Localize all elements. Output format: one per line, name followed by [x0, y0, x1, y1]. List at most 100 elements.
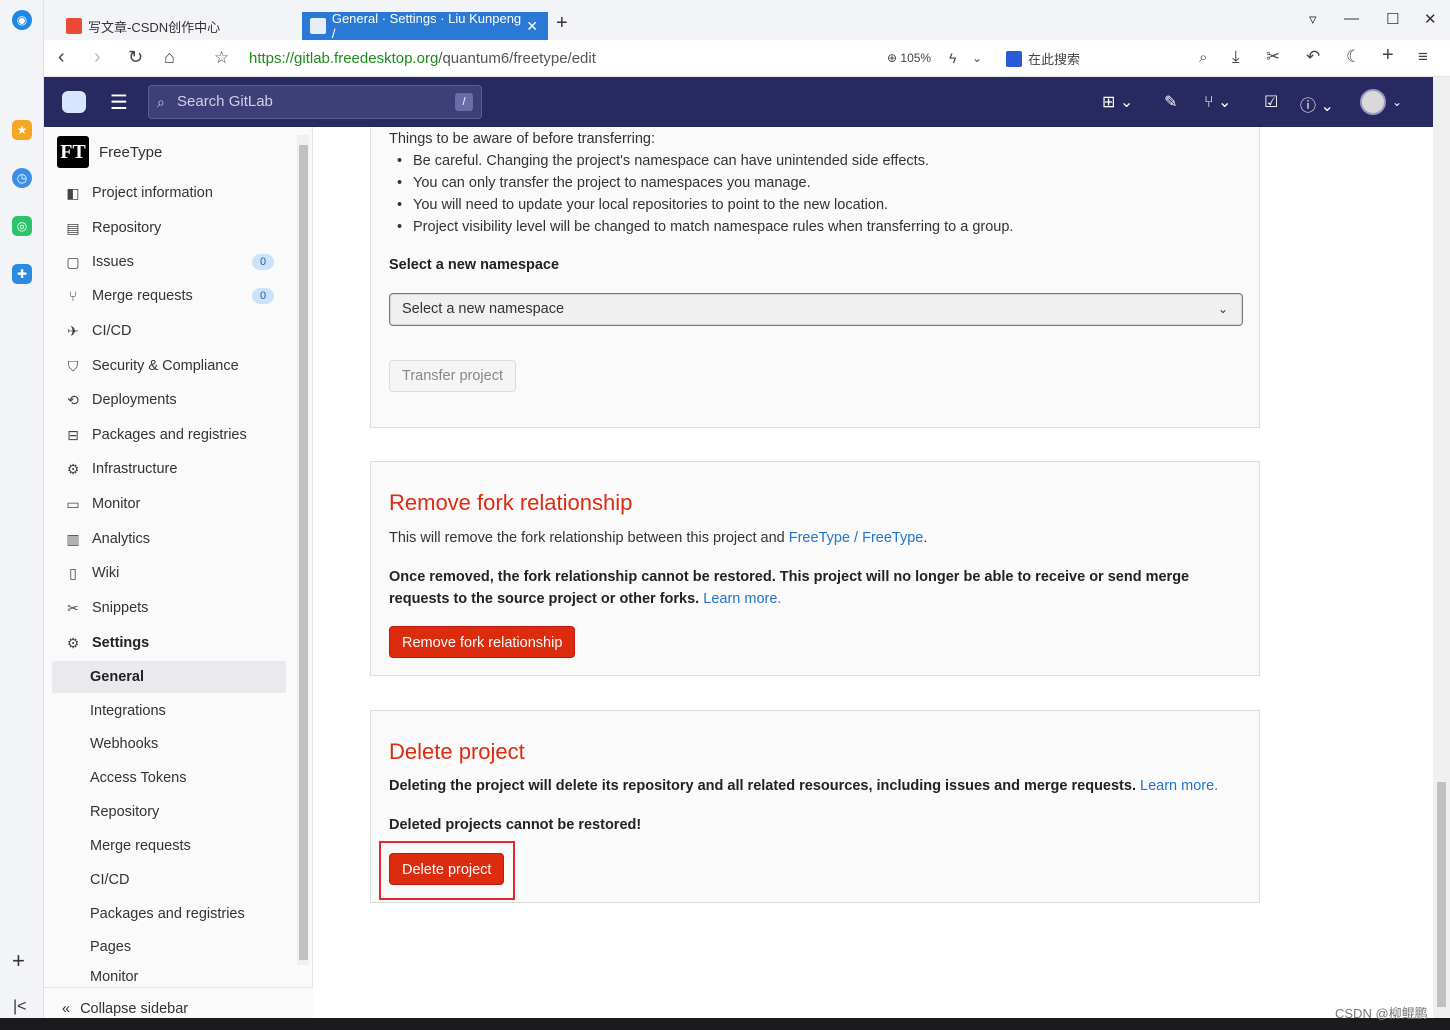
minimize-icon[interactable]: — — [1344, 10, 1359, 27]
menu-icon[interactable]: ≡ — [1418, 47, 1428, 67]
sidebar-sub-access-tokens[interactable]: Access Tokens — [52, 762, 286, 794]
sidebar-sub-repository[interactable]: Repository — [52, 796, 286, 828]
zoom-level: 105% — [900, 51, 932, 65]
sidebar-item-snippets[interactable]: ✂ Snippets — [52, 592, 286, 624]
sidebar-sub-packages[interactable]: Packages and registries — [52, 898, 286, 930]
sidebar-item-merge-requests[interactable]: ⑂ Merge requests 0 — [52, 280, 286, 312]
close-tab-icon[interactable]: ✕ — [526, 18, 538, 35]
delete-learn-more-link[interactable]: Learn more. — [1140, 778, 1218, 794]
sidebar-sub-integrations[interactable]: Integrations — [52, 695, 286, 727]
issues-icon[interactable]: ✎ — [1164, 92, 1177, 112]
create-new-icon[interactable]: ⊞ ⌄ — [1102, 92, 1133, 112]
sidebar-item-issues[interactable]: ▢ Issues 0 — [52, 246, 286, 278]
maximize-icon[interactable]: ☐ — [1386, 10, 1399, 28]
browser-search-placeholder: 在此搜索 — [1028, 52, 1081, 67]
favorites-icon[interactable]: ★ — [12, 120, 32, 140]
pin-icon[interactable]: ▿ — [1309, 10, 1317, 28]
search-icon[interactable]: ⌕ — [1199, 49, 1207, 66]
delete-project-desc-text: Deleting the project will delete its rep… — [389, 778, 1136, 794]
flash-icon[interactable]: ϟ — [949, 50, 956, 66]
reload-icon[interactable]: ↻ — [128, 47, 143, 68]
book-icon: ▯ — [69, 564, 77, 581]
transfer-bullet: You can only transfer the project to nam… — [397, 175, 811, 191]
sidebar-item-repository[interactable]: ▤ Repository — [52, 212, 286, 244]
page-scrollbar[interactable] — [1433, 77, 1450, 1018]
sidebar-sub-general[interactable]: General — [52, 661, 286, 693]
remove-fork-button[interactable]: Remove fork relationship — [389, 626, 576, 658]
tab-title: General · Settings · Liu Kunpeng / — [331, 11, 522, 41]
browser-logo-icon[interactable]: ◉ — [12, 10, 32, 30]
search-placeholder: Search GitLab — [177, 93, 273, 110]
undo-icon[interactable]: ↶ — [1306, 47, 1320, 67]
screenshot-scissors-icon[interactable]: ✂ — [1266, 47, 1280, 67]
gitlab-search-input[interactable]: ⌕ Search GitLab / — [148, 85, 482, 119]
avatar[interactable] — [1360, 89, 1386, 115]
namespace-select[interactable]: Select a new namespace ⌄ — [389, 293, 1243, 326]
dark-mode-icon[interactable]: ☾ — [1346, 47, 1361, 67]
os-taskbar — [0, 1018, 1450, 1030]
zoom-indicator[interactable]: ⊕ 105% — [887, 51, 931, 65]
wechat-icon[interactable]: ◎ — [12, 216, 32, 236]
remove-fork-description: This will remove the fork relationship b… — [389, 530, 927, 546]
sidebar-item-label: Deployments — [92, 392, 177, 408]
transfer-project-button[interactable]: Transfer project — [389, 360, 516, 392]
sidebar-sub-cicd[interactable]: CI/CD — [52, 864, 286, 896]
gitlab-favicon-icon — [310, 18, 326, 34]
remove-fork-warning-text: requests to the source project or other … — [389, 591, 700, 607]
page-scrollbar-thumb[interactable] — [1437, 782, 1446, 1007]
chevron-down-icon[interactable]: ⌄ — [972, 51, 982, 65]
sidebar-scrollbar[interactable] — [297, 135, 309, 965]
forward-icon[interactable]: › — [94, 46, 101, 69]
baidu-icon — [1006, 51, 1022, 67]
browser-side-rail: ◉ ★ ◷ ◎ ✚ + |< — [0, 0, 44, 1030]
sidebar-item-wiki[interactable]: ▯ Wiki — [52, 557, 286, 589]
transfer-intro: Things to be aware of before transferrin… — [389, 131, 655, 147]
sidebar-item-label: Project information — [92, 185, 213, 201]
sidebar-item-analytics[interactable]: ▥ Analytics — [52, 523, 286, 555]
sidebar-sub-monitor[interactable]: Monitor — [52, 965, 286, 987]
sidebar-item-label: Security & Compliance — [92, 358, 239, 374]
back-icon[interactable]: ‹ — [58, 46, 65, 69]
sidebar-item-deployments[interactable]: ⟲ Deployments — [52, 384, 286, 416]
todo-icon[interactable]: ☑ — [1264, 92, 1278, 112]
transfer-bullet: Be careful. Changing the project's names… — [397, 153, 929, 169]
download-icon[interactable]: ⤓ — [1232, 47, 1240, 67]
sidebar-sub-label: Pages — [90, 939, 132, 955]
bookmark-star-icon[interactable]: ☆ — [214, 48, 229, 68]
sidebar-item-packages[interactable]: ⊟ Packages and registries — [52, 419, 286, 451]
tab-csdn[interactable]: 写文章-CSDN创作中心 — [58, 12, 298, 40]
sidebar-item-monitor[interactable]: ▭ Monitor — [52, 488, 286, 520]
url-field[interactable]: https://gitlab.freedesktop.org/quantum6/… — [249, 50, 596, 67]
sidebar-scrollbar-thumb[interactable] — [299, 145, 308, 960]
gitlab-logo-icon[interactable] — [62, 91, 86, 113]
sidebar-item-project-information[interactable]: ◧ Project information — [52, 177, 286, 209]
history-icon[interactable]: ◷ — [12, 168, 32, 188]
sidebar-sub-label: Repository — [90, 804, 160, 820]
add-app-icon[interactable]: + — [12, 948, 25, 974]
sidebar-sub-webhooks[interactable]: Webhooks — [52, 728, 286, 760]
browser-search-box[interactable]: 在此搜索 — [1006, 49, 1216, 68]
help-icon[interactable]: ⓘ ⌄ — [1300, 92, 1334, 116]
collapse-rail-icon[interactable]: |< — [13, 998, 27, 1016]
sidebar-item-settings[interactable]: ⚙ Settings — [52, 627, 286, 659]
deploy-icon: ⟲ — [67, 391, 79, 408]
tab-gitlab-settings[interactable]: General · Settings · Liu Kunpeng / ✕ — [302, 11, 548, 41]
sidebar-sub-pages[interactable]: Pages — [52, 931, 286, 963]
close-window-icon[interactable]: ✕ — [1424, 10, 1437, 28]
sidebar-project-header[interactable]: FT FreeType — [57, 136, 162, 168]
home-icon[interactable]: ⌂ — [164, 47, 175, 68]
fork-source-link[interactable]: FreeType / FreeType — [789, 530, 924, 546]
namespace-label: Select a new namespace — [389, 257, 560, 273]
hamburger-menu-icon[interactable]: ☰ — [110, 90, 128, 115]
game-icon[interactable]: ✚ — [12, 264, 32, 284]
sidebar-item-cicd[interactable]: ✈ CI/CD — [52, 315, 286, 347]
add-icon[interactable]: + — [1382, 44, 1394, 67]
chevron-down-icon[interactable]: ⌄ — [1392, 95, 1402, 109]
sidebar-item-security[interactable]: ⛉ Security & Compliance — [52, 350, 286, 382]
chart-icon: ▥ — [66, 530, 80, 547]
remove-fork-learn-more-link[interactable]: Learn more. — [703, 591, 781, 607]
merge-requests-icon[interactable]: ⑂ ⌄ — [1204, 92, 1231, 112]
new-tab-icon[interactable]: + — [556, 12, 568, 35]
sidebar-item-infrastructure[interactable]: ⚙ Infrastructure — [52, 453, 286, 485]
sidebar-sub-merge-requests[interactable]: Merge requests — [52, 830, 286, 862]
